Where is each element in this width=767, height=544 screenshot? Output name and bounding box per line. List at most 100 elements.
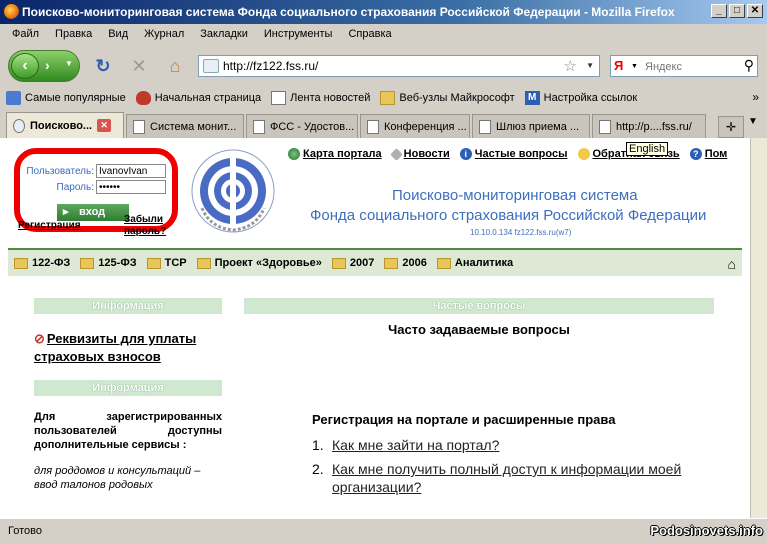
- tab-2[interactable]: Система монит...: [126, 114, 244, 138]
- faq-question-link[interactable]: Как мне получить полный доступ к информа…: [332, 460, 692, 496]
- menu-file[interactable]: Файл: [4, 25, 47, 45]
- menu-bookmarks[interactable]: Закладки: [192, 25, 256, 45]
- folder-icon: [380, 91, 396, 105]
- faq-link[interactable]: i Частые вопросы: [459, 148, 568, 160]
- page-icon: [133, 119, 145, 134]
- login-button[interactable]: вход: [57, 204, 129, 221]
- maximize-button[interactable]: □: [729, 4, 745, 18]
- folder-icon: [196, 257, 211, 269]
- forgot-password-link[interactable]: Забыли пароль?: [124, 214, 170, 238]
- page-icon: [253, 119, 265, 134]
- close-tab-icon[interactable]: ✕: [97, 119, 112, 132]
- most-visited-icon: [6, 91, 21, 105]
- tab-strip: Поисково... ✕ Система монит... ФСС - Удо…: [0, 112, 767, 138]
- tab-3[interactable]: ФСС - Удостов...: [246, 114, 358, 138]
- username-label: Пользователь:: [26, 165, 94, 177]
- bookmark-home-page[interactable]: Начальная страница: [135, 91, 261, 105]
- close-button[interactable]: ✕: [747, 4, 763, 18]
- url-dropdown-icon[interactable]: ▼: [586, 61, 594, 70]
- category-tsr[interactable]: ТСР: [146, 257, 187, 269]
- reload-icon[interactable]: ↻: [92, 55, 114, 77]
- faq-question-link[interactable]: Как мне зайти на портал?: [332, 436, 499, 454]
- feedback-icon: [577, 148, 590, 160]
- payment-details-link[interactable]: ⊘ Реквизиты для уплаты страховых взносов: [34, 330, 222, 366]
- registered-users-text: Для зарегистрированных пользователей дос…: [34, 411, 222, 451]
- folder-icon: [436, 257, 451, 269]
- tab-5[interactable]: Шлюз приема ...: [472, 114, 590, 138]
- menubar: Файл Правка Вид Журнал Закладки Инструме…: [0, 25, 767, 45]
- info-header-2: Информация: [34, 380, 222, 396]
- tab-list-icon[interactable]: ✛: [718, 116, 744, 138]
- tab-6[interactable]: http://p....fss.ru/: [592, 114, 706, 138]
- menu-history[interactable]: Журнал: [136, 25, 192, 45]
- vertical-scrollbar[interactable]: [750, 138, 767, 518]
- stop-icon[interactable]: ✕: [128, 55, 150, 77]
- tab-scroll-icon[interactable]: ▼: [748, 116, 758, 127]
- globe-icon: [288, 148, 300, 160]
- menu-edit[interactable]: Правка: [47, 25, 100, 45]
- bookmark-news-feed[interactable]: Лента новостей: [271, 91, 370, 105]
- home-icon[interactable]: ⌂: [164, 55, 186, 77]
- page-icon: [367, 119, 379, 134]
- forward-button[interactable]: ›: [45, 57, 50, 73]
- folder-icon: [384, 257, 399, 269]
- page-content: Пользователь: Пароль: вход Регистрация З…: [0, 138, 750, 518]
- fss-favicon-icon: [13, 118, 25, 133]
- firefox-icon: [4, 4, 19, 19]
- help-icon: ?: [689, 148, 702, 160]
- menu-help[interactable]: Справка: [340, 25, 399, 45]
- info-header: Информация: [34, 298, 222, 314]
- window-titlebar: Поисково-мониторинговая система Фонда со…: [0, 0, 767, 24]
- faq-header: Частые вопросы: [244, 298, 714, 314]
- bookmarks-overflow-icon[interactable]: »: [752, 90, 759, 104]
- category-zdorovie[interactable]: Проект «Здоровье»: [196, 257, 322, 269]
- faq-section-title: Регистрация на портале и расширенные пра…: [312, 412, 616, 427]
- category-2007[interactable]: 2007: [331, 257, 374, 269]
- site-favicon: [203, 59, 219, 73]
- menu-tools[interactable]: Инструменты: [256, 25, 341, 45]
- tab-4[interactable]: Конференция ...: [360, 114, 470, 138]
- back-button[interactable]: ‹: [11, 53, 39, 79]
- menu-view[interactable]: Вид: [100, 25, 136, 45]
- history-dropdown-icon[interactable]: ▼: [65, 59, 73, 68]
- category-125fz[interactable]: 125-ФЗ: [80, 257, 137, 269]
- category-analytics[interactable]: Аналитика: [436, 257, 513, 269]
- search-icon[interactable]: ⚲: [744, 57, 754, 74]
- search-engine-dropdown-icon[interactable]: ▼: [631, 63, 638, 70]
- yandex-logo-icon[interactable]: Я: [614, 58, 623, 73]
- tab-active[interactable]: Поисково... ✕: [6, 112, 124, 138]
- faq-list: 1. Как мне зайти на портал? 2. Как мне пол…: [312, 436, 692, 502]
- category-122fz[interactable]: 122-ФЗ: [14, 257, 70, 269]
- address-bar[interactable]: ☆ ▼: [198, 55, 600, 77]
- search-input[interactable]: [645, 59, 735, 74]
- url-input[interactable]: [223, 58, 543, 74]
- bookmark-customize-links[interactable]: M Настройка ссылок: [524, 91, 637, 105]
- minimize-button[interactable]: _: [711, 4, 727, 18]
- bookmark-ms-sites[interactable]: Веб-узлы Майкрософт: [380, 91, 515, 105]
- help-link[interactable]: ? Пом: [689, 148, 727, 160]
- username-row: Пользователь:: [26, 164, 166, 178]
- username-input[interactable]: [96, 164, 166, 178]
- search-box[interactable]: Я ▼ ⚲: [610, 55, 758, 77]
- watermark-text: Podosinovets.info: [650, 523, 763, 538]
- news-link[interactable]: Новости: [389, 147, 450, 161]
- msn-butterfly-icon: [135, 91, 151, 105]
- password-label: Пароль:: [56, 181, 94, 193]
- bookmark-star-icon[interactable]: ☆: [564, 57, 577, 75]
- site-map-link[interactable]: Карта портала: [288, 148, 382, 160]
- bookmark-most-visited[interactable]: Самые популярные: [6, 91, 126, 105]
- register-link[interactable]: Регистрация: [18, 220, 81, 231]
- password-input[interactable]: [96, 180, 166, 194]
- category-2006[interactable]: 2006: [384, 257, 427, 269]
- paperclip-icon: ⊘: [34, 331, 45, 346]
- site-title: Поисково-мониторинговая система Фонда со…: [310, 186, 750, 226]
- page-icon: [271, 91, 287, 105]
- page-icon: [479, 119, 491, 134]
- faq-title: Часто задаваемые вопросы: [388, 322, 570, 337]
- home-icon[interactable]: ⌂: [728, 256, 736, 272]
- msdn-icon: M: [524, 91, 540, 105]
- folder-icon: [146, 257, 161, 269]
- status-bar: Готово Podosinovets.info: [0, 518, 767, 544]
- bookmarks-toolbar: Самые популярные Начальная страница Лент…: [0, 87, 767, 109]
- status-text: Готово: [8, 525, 42, 537]
